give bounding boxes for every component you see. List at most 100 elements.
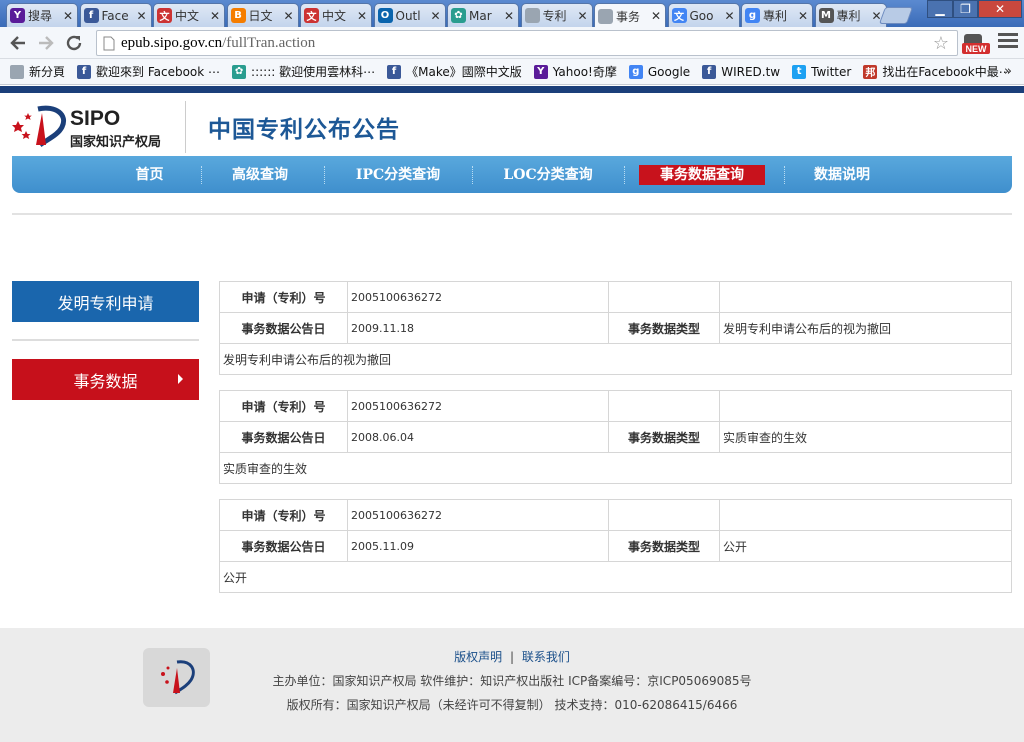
browser-tab[interactable]: ✿ Mar ✕ (447, 3, 519, 27)
sidebar-invention-application[interactable]: 发明专利申请 (12, 281, 199, 322)
nav-separator (324, 166, 325, 184)
bookmark-label: 新分頁 (29, 65, 66, 79)
page-icon (598, 8, 613, 24)
detail-value: 公开 (219, 561, 1012, 593)
browser-tab[interactable]: 文 Goo ✕ (667, 3, 740, 27)
nav-separator (472, 166, 473, 184)
tab-title: 搜尋 (28, 9, 53, 23)
browser-toolbar: epub.sipo.gov.cn/fullTran.action ☆ NEW (0, 27, 1024, 59)
translate-icon: 文 (671, 8, 687, 23)
app-no-value: 2005100636272 (347, 281, 609, 313)
close-tab-icon[interactable]: ✕ (797, 9, 809, 23)
close-tab-icon[interactable]: ✕ (650, 9, 662, 23)
bookmark-item[interactable]: f 《Make》國際中文版 (387, 63, 522, 80)
address-bar[interactable]: epub.sipo.gov.cn/fullTran.action ☆ (96, 30, 958, 56)
copyright-link[interactable]: 版权声明 (454, 650, 502, 664)
type-label: 事务数据类型 (608, 530, 720, 562)
bookmark-star-icon[interactable]: ☆ (933, 33, 949, 54)
nav-ipc-search[interactable]: IPC分类查询 (348, 165, 448, 185)
sipo-logo[interactable]: SIPO 国家知识产权局 (12, 101, 186, 153)
empty-cell (719, 499, 1012, 531)
yahoo-icon: Y (10, 8, 25, 23)
tab-title: Goo (689, 8, 714, 23)
web-page: SIPO 国家知识产权局 中国专利公布公告 首页 高级查询 IPC分类查询 LO… (0, 86, 1024, 742)
maps-icon: ✿ (451, 8, 466, 23)
new-extension-icon[interactable]: NEW (962, 30, 990, 56)
nav-advanced-search[interactable]: 高级查询 (220, 165, 300, 185)
empty-cell (719, 281, 1012, 313)
close-tab-icon[interactable]: ✕ (209, 9, 221, 23)
footer-links: 版权声明 | 联系我们 (0, 648, 1024, 665)
facebook-icon: f (702, 64, 717, 79)
browser-tab[interactable]: B 日文 ✕ (226, 3, 299, 27)
bookmark-item[interactable]: Y Yahoo!奇摩 (533, 63, 617, 80)
browser-tab[interactable]: Y 搜尋 ✕ (6, 3, 78, 27)
bookmark-item[interactable]: 邦找出在Facebook中最⋯ (863, 63, 1011, 80)
browser-tab[interactable]: 文中文 ✕ (300, 3, 372, 27)
new-badge-label: NEW (966, 44, 988, 54)
browser-tab[interactable]: O Outl ✕ (373, 3, 446, 27)
facebook-icon: f (83, 8, 99, 23)
close-tab-icon[interactable]: ✕ (577, 9, 589, 23)
facebook-icon: f (387, 64, 402, 79)
bookmark-item[interactable]: ✿:::::: 歡迎使用雲林科⋯ (232, 63, 375, 80)
empty-cell (608, 281, 720, 313)
close-tab-icon[interactable]: ✕ (430, 9, 442, 23)
nav-transaction-data[interactable]: 事务数据查询 (639, 165, 765, 185)
sidebar-divider (12, 339, 199, 341)
browser-tab[interactable]: 文中文 ✕ (153, 3, 225, 27)
app-no-value: 2005100636272 (347, 499, 609, 531)
browser-tab[interactable]: 事务 ✕ (594, 3, 666, 28)
bookmark-item[interactable]: f 歡迎來到 Facebook ⋯ (77, 63, 220, 80)
maximize-button[interactable]: ❐ (953, 0, 978, 18)
chrome-menu-icon[interactable] (998, 33, 1018, 51)
arrow-right-icon (178, 374, 183, 384)
empty-cell (608, 499, 720, 531)
browser-tab[interactable]: f Face ✕ (79, 3, 152, 27)
bookmark-item[interactable]: t Twitter (792, 64, 851, 79)
minimize-button[interactable]: ▁ (927, 0, 953, 18)
close-tab-icon[interactable]: ✕ (62, 9, 74, 23)
forward-button[interactable] (34, 31, 58, 55)
nav-loc-search[interactable]: LOC分类查询 (496, 165, 600, 185)
nav-divider (12, 213, 1012, 215)
bookmarks-overflow-button[interactable]: » (1004, 64, 1012, 79)
google-icon: g (628, 64, 643, 79)
browser-tab[interactable]: g 專利 ✕ (741, 3, 813, 27)
browser-tab[interactable]: 专利 ✕ (520, 3, 593, 27)
close-tab-icon[interactable]: ✕ (283, 9, 295, 23)
nav-separator (624, 166, 625, 184)
close-tab-icon[interactable]: ✕ (136, 9, 148, 23)
back-button[interactable] (6, 31, 30, 55)
tab-title: 事务 (616, 9, 641, 24)
tab-title: 日文 (248, 9, 273, 23)
pub-date-value: 2009.11.18 (347, 312, 609, 344)
tab-title: Mar (469, 8, 492, 23)
patent-icon: 文 (157, 8, 172, 23)
bookmark-item[interactable]: f WIRED.tw (702, 64, 780, 79)
logo-agency-name: 国家知识产权局 (70, 135, 162, 150)
sidebar-transaction-data[interactable]: 事务数据 (12, 359, 199, 400)
pub-date-value: 2008.06.04 (347, 421, 609, 453)
close-tab-icon[interactable]: ✕ (503, 9, 515, 23)
nav-home[interactable]: 首页 (122, 165, 177, 185)
logo-wordmark: SIPO (70, 107, 121, 130)
close-tab-icon[interactable]: ✕ (356, 9, 368, 23)
pub-date-value: 2005.11.09 (347, 530, 609, 562)
url-host: epub.sipo.gov.cn (121, 34, 223, 51)
site-footer: 版权声明 | 联系我们 主办单位：国家知识产权局 软件维护：知识产权出版社 IC… (0, 628, 1024, 742)
contact-link[interactable]: 联系我们 (522, 650, 570, 664)
reload-button[interactable] (62, 31, 86, 55)
bookmark-item[interactable]: 新分頁 (10, 63, 65, 80)
browser-tab[interactable]: M 專利 ✕ (814, 3, 887, 27)
nav-data-description[interactable]: 数据说明 (802, 165, 882, 185)
sidebar-transaction-data-label: 事务数据 (73, 371, 138, 391)
empty-cell (608, 390, 720, 422)
bookmark-label: Google (647, 64, 691, 79)
close-window-button[interactable]: ✕ (978, 0, 1022, 18)
main-navigation: 首页 高级查询 IPC分类查询 LOC分类查询 事务数据查询 数据说明 (12, 156, 1012, 193)
yahoo-icon: Y (533, 64, 548, 79)
bookmark-item[interactable]: g Google (628, 64, 691, 79)
blogger-icon: B (230, 8, 246, 23)
close-tab-icon[interactable]: ✕ (724, 9, 736, 23)
